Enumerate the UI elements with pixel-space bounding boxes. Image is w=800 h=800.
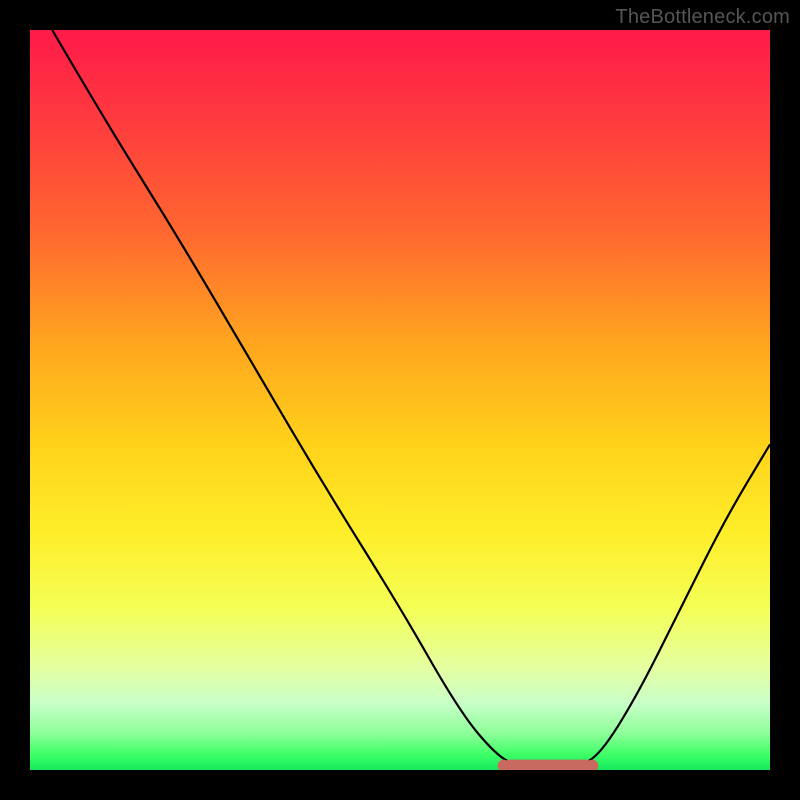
bottleneck-curve <box>52 30 770 767</box>
curve-layer <box>30 30 770 770</box>
watermark-text: TheBottleneck.com <box>615 6 790 29</box>
chart-frame: TheBottleneck.com <box>0 0 800 800</box>
highlight-marker <box>498 760 599 770</box>
plot-area <box>30 30 770 770</box>
